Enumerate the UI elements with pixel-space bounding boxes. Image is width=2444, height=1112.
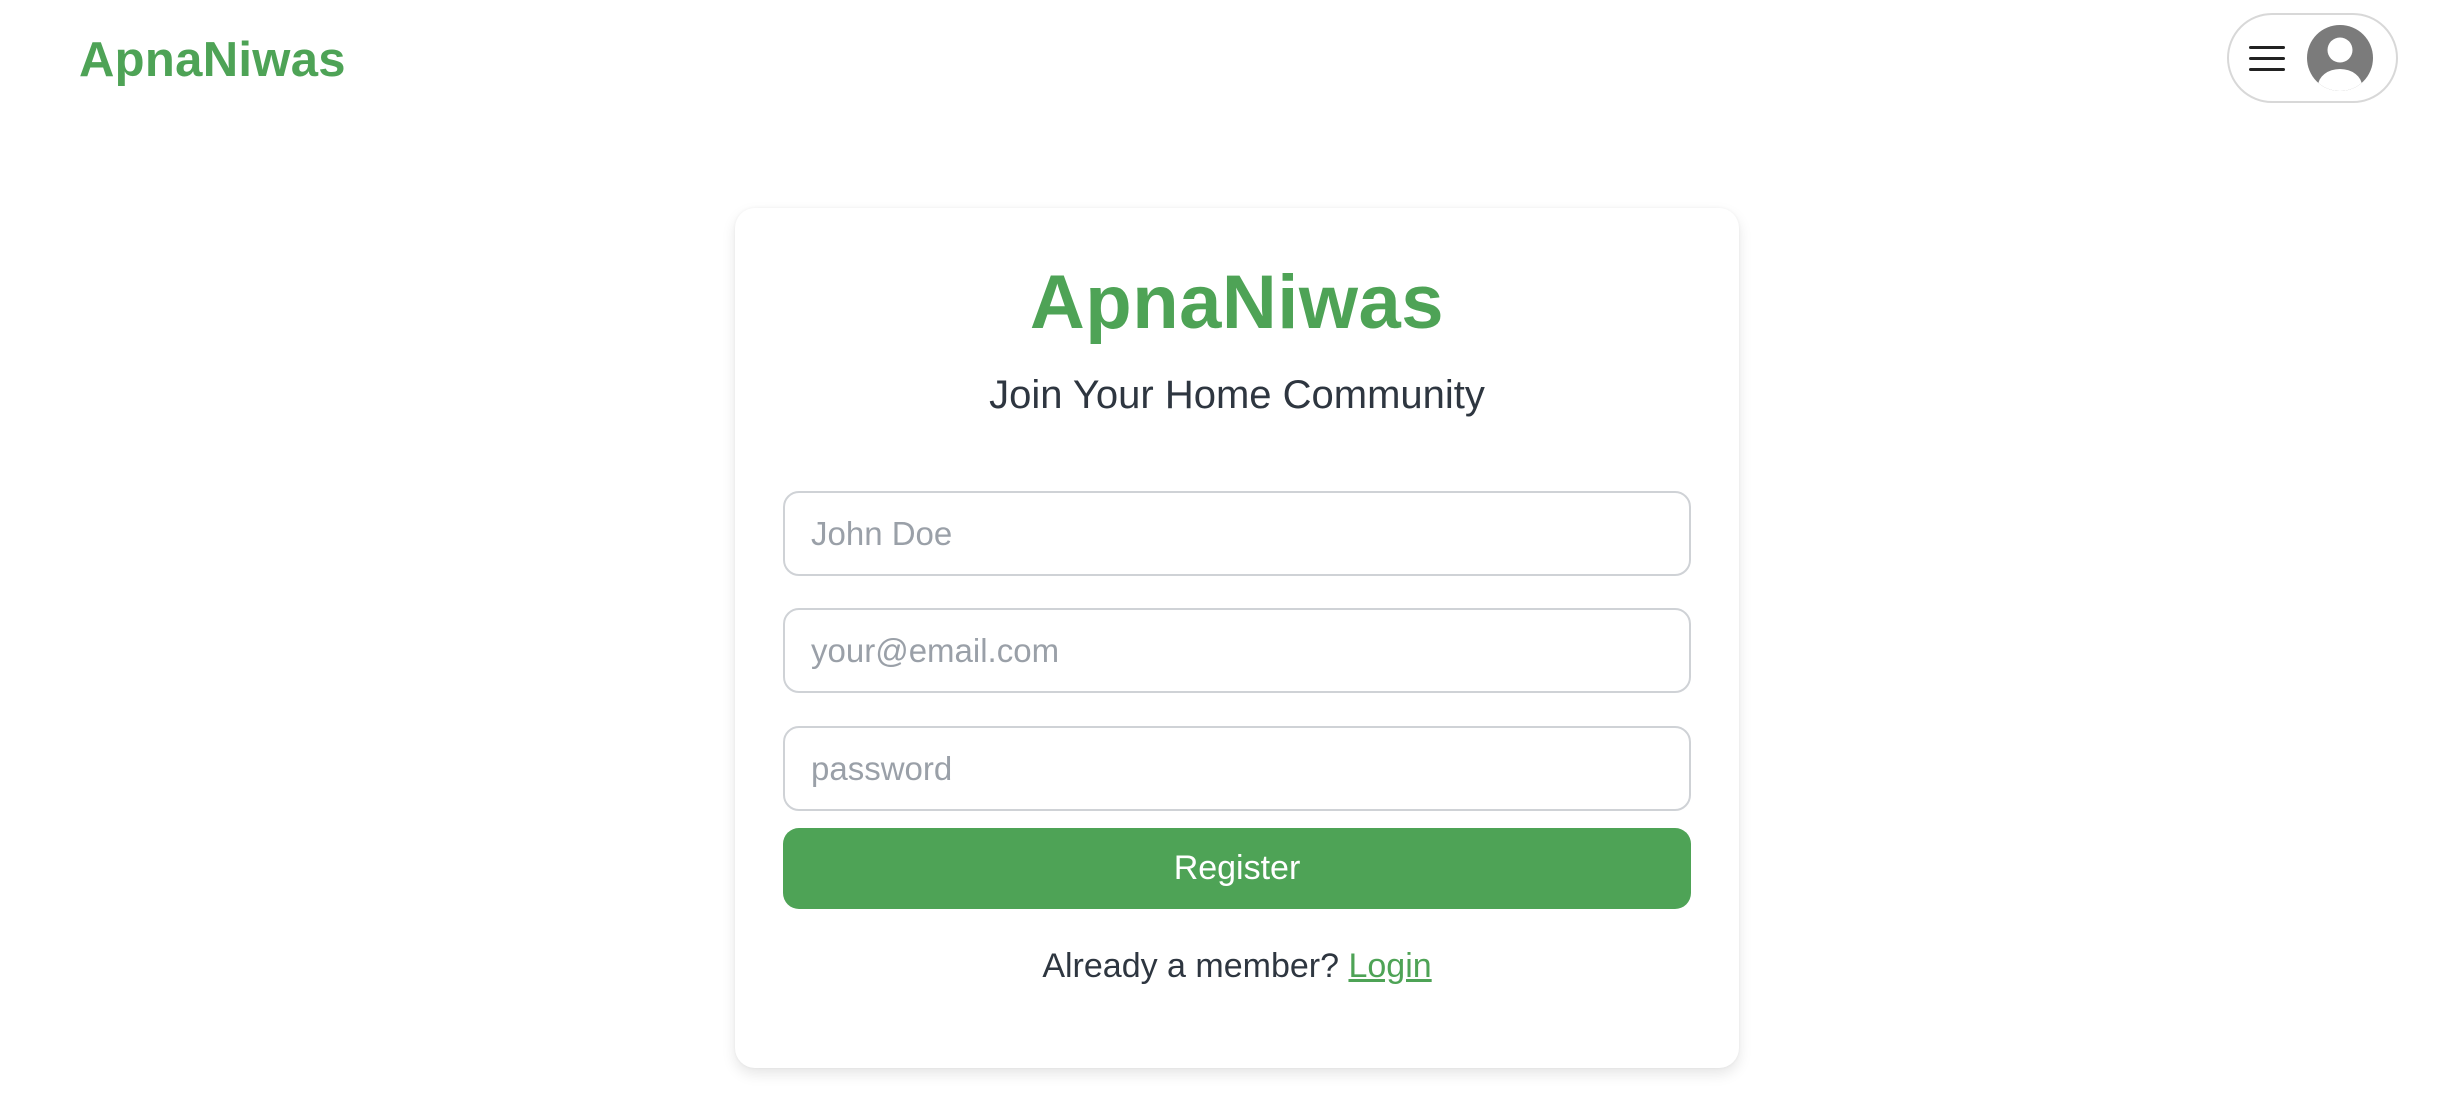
name-input[interactable] [783,491,1691,576]
user-menu-button[interactable] [2227,13,2398,103]
login-prompt-row: Already a member? Login [735,944,1739,988]
register-button[interactable]: Register [783,828,1691,909]
brand-logo[interactable]: ApnaNiwas [79,28,346,92]
login-link[interactable]: Login [1348,947,1431,985]
password-input[interactable] [783,726,1691,811]
login-prompt-text: Already a member? [1042,947,1340,985]
top-navbar: ApnaNiwas [0,0,2444,120]
user-avatar-icon [2307,25,2373,91]
card-subtitle: Join Your Home Community [989,373,1485,417]
hamburger-icon [2249,46,2285,72]
email-input[interactable] [783,608,1691,693]
register-card: ApnaNiwas Join Your Home Community Regis… [735,208,1739,1068]
card-title: ApnaNiwas [1029,260,1445,345]
